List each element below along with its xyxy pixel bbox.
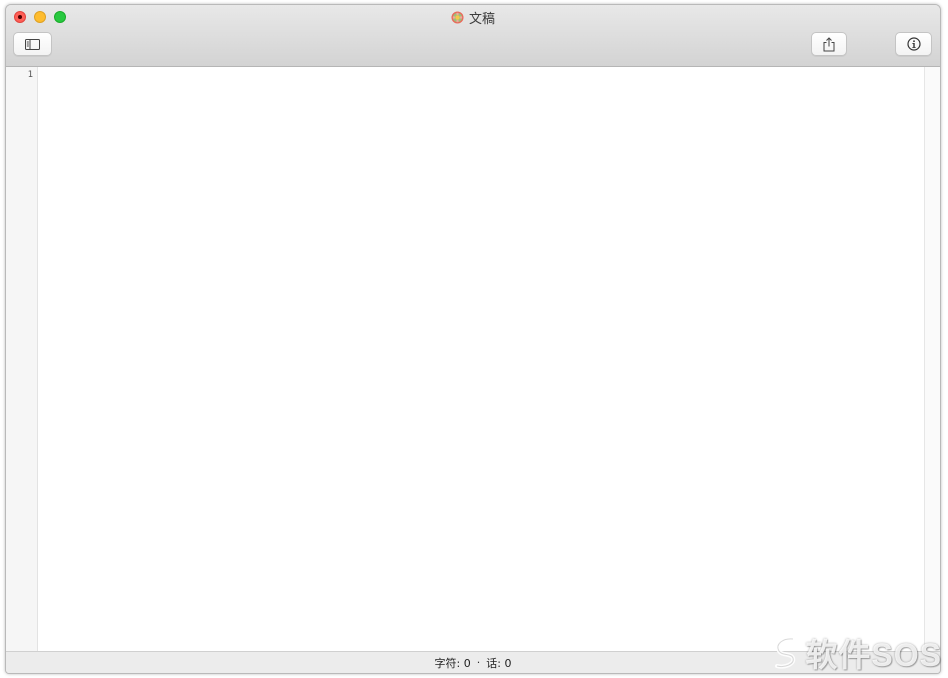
window-title: 文稿 xyxy=(6,9,940,27)
share-button[interactable] xyxy=(811,32,847,56)
info-button[interactable] xyxy=(895,32,932,56)
word-count: 话: 0 xyxy=(486,656,512,670)
share-icon xyxy=(823,36,835,51)
line-number-gutter: 1 xyxy=(6,67,38,652)
editor: 1 xyxy=(6,67,940,652)
document-flower-icon xyxy=(451,10,464,24)
window-title-text: 文稿 xyxy=(468,11,495,27)
sidebar-toggle-icon xyxy=(25,38,40,50)
status-bar: 字符: 0 · 话: 0 xyxy=(6,651,940,673)
character-count: 字符: 0 xyxy=(434,656,471,670)
titlebar: 文稿 xyxy=(6,5,940,67)
info-icon xyxy=(906,37,921,51)
app-window: 文稿 1 字符: 0 · 话: 0 xyxy=(5,4,941,674)
line-number: 1 xyxy=(27,70,33,80)
sidebar-toggle-button[interactable] xyxy=(13,32,52,56)
text-editor-area[interactable] xyxy=(39,67,924,652)
vertical-scrollbar[interactable] xyxy=(924,67,940,652)
status-separator: · xyxy=(476,656,481,669)
